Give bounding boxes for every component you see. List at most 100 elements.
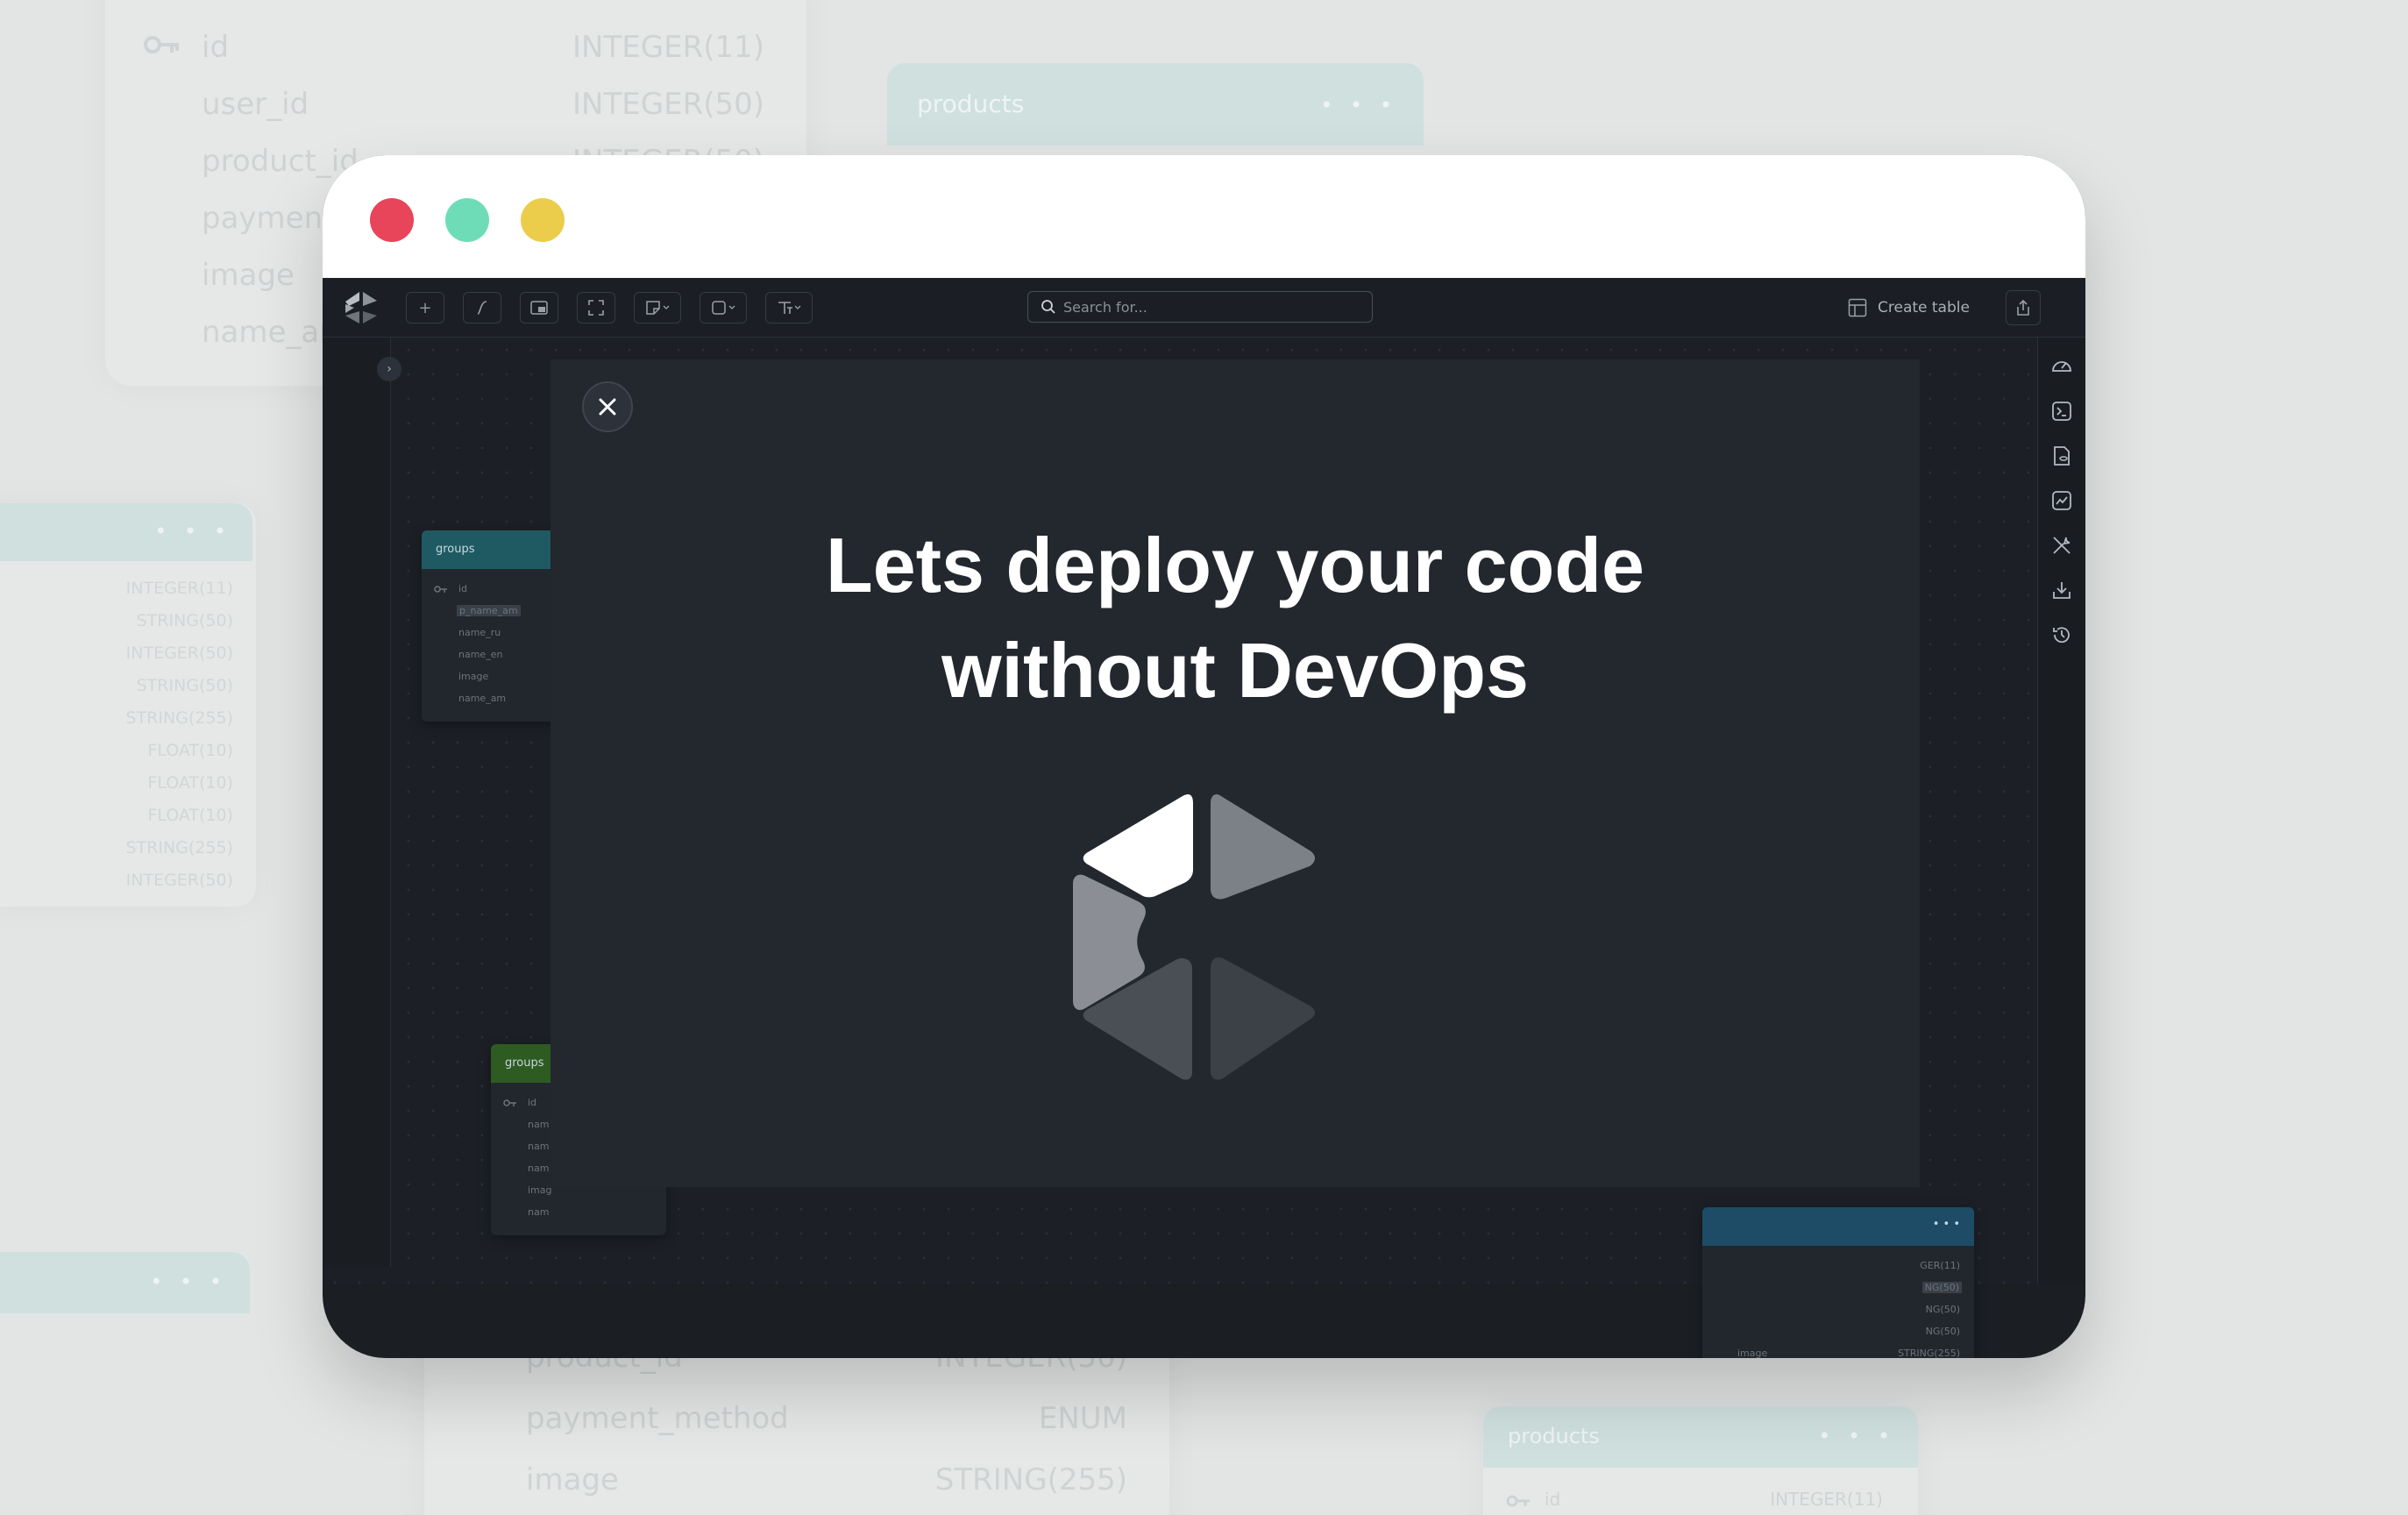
column-name: name_ru: [458, 627, 501, 638]
table-card-products[interactable]: • • • GER(11) NG(50) NG(50) NG(50) image…: [1702, 1207, 1974, 1358]
bg-type: FLOAT(10): [147, 741, 233, 760]
table-row: nam: [491, 1201, 666, 1223]
minimap-button[interactable]: [520, 292, 558, 324]
square-shape-icon: [712, 301, 735, 315]
table-card-header: • • •: [1702, 1207, 1974, 1246]
column-type: STRING(255): [1898, 1348, 1960, 1358]
search-box[interactable]: [1027, 291, 1373, 323]
more-icon: • • •: [1818, 1424, 1895, 1448]
bg-type: INTEGER(50): [125, 871, 233, 890]
note-button[interactable]: [634, 292, 681, 324]
table-card-title: groups: [505, 1056, 544, 1070]
bg-row-type: ENUM: [1038, 1401, 1127, 1436]
share-icon: [2017, 299, 2029, 316]
key-icon: [434, 586, 447, 593]
bg-row-type: INTEGER(11): [1770, 1489, 1883, 1510]
expand-sidebar-button[interactable]: ›: [377, 357, 401, 381]
relation-line-button[interactable]: [463, 292, 501, 324]
column-name: name_am: [458, 693, 507, 704]
bg-row-name: payment: [202, 201, 335, 236]
bg-row-name: id: [202, 30, 230, 65]
bg-type: STRING(255): [125, 708, 234, 728]
column-name: id: [458, 583, 468, 594]
minimap-icon: [530, 301, 548, 315]
app-toolbar: + Create table: [323, 278, 2085, 338]
bg-card-bottom-left: • • •: [0, 1252, 250, 1313]
database-file-icon[interactable]: [2050, 445, 2073, 467]
column-type: NG(50): [1925, 1304, 1960, 1315]
key-icon: [1506, 1495, 1530, 1507]
table-row: NG(50): [1702, 1298, 1974, 1320]
search-input[interactable]: [1063, 298, 1361, 316]
bg-type: STRING(50): [136, 611, 233, 630]
minimize-window-button[interactable]: [445, 198, 489, 242]
dashboard-icon[interactable]: [2050, 355, 2073, 378]
bg-row-type: INTEGER(11): [572, 30, 764, 65]
table-icon: [1848, 298, 1867, 317]
download-icon[interactable]: [2050, 579, 2073, 601]
table-card-title: groups: [436, 543, 475, 556]
close-window-button[interactable]: [370, 198, 414, 242]
table-row: NG(50): [1702, 1277, 1974, 1298]
bg-type: INTEGER(11): [125, 579, 233, 598]
column-name: id: [528, 1097, 537, 1108]
right-sidebar: [2037, 338, 2085, 1284]
curve-icon: [477, 301, 487, 315]
close-icon: [599, 398, 616, 416]
column-type: NG(50): [1925, 1326, 1960, 1337]
column-name: p_name_am: [457, 605, 521, 616]
app-logo-icon[interactable]: [342, 288, 380, 327]
history-icon[interactable]: [2050, 623, 2073, 646]
column-name: image: [458, 671, 489, 682]
create-table-label: Create table: [1878, 299, 1970, 317]
modal-headline: Lets deploy your code without DevOps: [551, 513, 1920, 723]
bg-card-bottom-right: products • • • id INTEGER(11): [1483, 1406, 1918, 1515]
bg-row-name: image: [202, 258, 295, 293]
bg-type: STRING(50): [136, 676, 233, 695]
modal-close-button[interactable]: [582, 381, 633, 432]
terminal-icon[interactable]: [2050, 400, 2073, 423]
bg-card-head: products • • •: [1483, 1406, 1918, 1468]
bg-card-products-top: products • • •: [887, 63, 1424, 146]
column-name: nam: [528, 1141, 550, 1152]
table-row: image STRING(255): [1702, 1342, 1974, 1358]
product-logo-icon: [1073, 793, 1315, 1080]
share-button[interactable]: [2006, 290, 2041, 325]
deploy-modal: Lets deploy your code without DevOps: [551, 359, 1920, 1187]
key-icon: [144, 36, 179, 53]
headline-line-1: Lets deploy your code: [826, 522, 1644, 608]
text-button[interactable]: [765, 292, 813, 324]
column-type: NG(50): [1921, 1282, 1962, 1293]
window-titlebar: [323, 155, 2085, 278]
app-window: + Create table: [323, 155, 2085, 1358]
left-sidebar: ›: [323, 338, 401, 1267]
key-icon: [503, 1099, 516, 1106]
fullscreen-button[interactable]: [577, 292, 615, 324]
bg-row-type: INTEGER(50): [572, 87, 764, 122]
maximize-window-button[interactable]: [521, 198, 565, 242]
column-name: nam: [528, 1163, 550, 1174]
bg-card-left: • • • INTEGER(11) STRING(50) INTEGER(50)…: [0, 503, 256, 907]
table-row: NG(50): [1702, 1320, 1974, 1342]
text-icon: [778, 302, 801, 314]
shape-button[interactable]: [700, 292, 747, 324]
bg-row-name: id: [1545, 1489, 1561, 1510]
bg-type: INTEGER(50): [125, 644, 233, 663]
column-name: imag: [528, 1184, 552, 1196]
analytics-icon[interactable]: [2050, 489, 2073, 512]
bg-type: STRING(255): [125, 838, 234, 857]
headline-line-2: without DevOps: [941, 627, 1529, 714]
bg-card-title: products: [917, 89, 1025, 118]
search-icon: [1041, 300, 1055, 314]
column-name: image: [1737, 1348, 1768, 1358]
column-type: GER(11): [1920, 1260, 1960, 1271]
bg-row-type: STRING(255): [934, 1462, 1127, 1497]
bg-type: FLOAT(10): [147, 806, 233, 825]
add-button[interactable]: +: [406, 292, 444, 324]
more-icon: • • •: [154, 519, 231, 544]
tools-icon[interactable]: [2050, 534, 2073, 557]
bg-row-name: payment_method: [526, 1401, 789, 1436]
create-table-button[interactable]: Create table: [1848, 290, 1970, 325]
more-icon[interactable]: • • •: [1933, 1218, 1960, 1231]
bg-card-head: • • •: [0, 503, 252, 561]
